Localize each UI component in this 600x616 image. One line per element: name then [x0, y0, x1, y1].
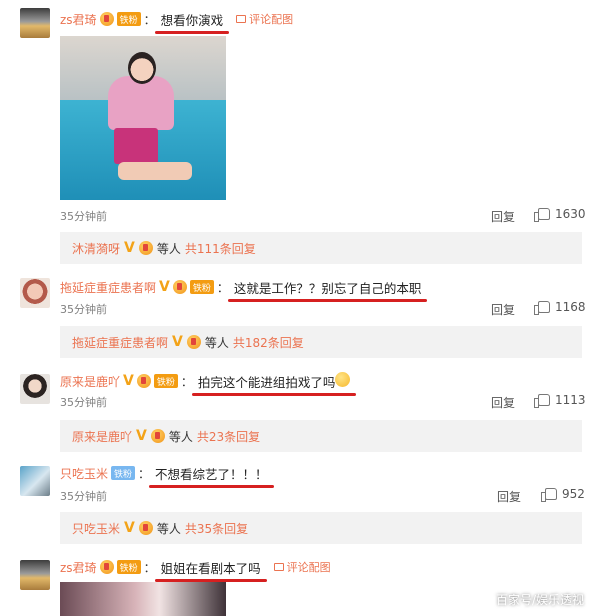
vip-icon	[99, 12, 114, 26]
subreply-user[interactable]: 原来是鹿吖	[72, 428, 132, 445]
comment-header: 只吃玉米 铁粉 ： 不想看综艺了！！！	[60, 464, 274, 488]
comment-header: 拖延症重症患者啊 V 铁粉 ： 这就是工作？？别忘了自己的本职	[60, 278, 427, 302]
comment-text-content: 拍完这个能进组拍戏了吗	[197, 374, 336, 390]
comment-text: 这就是工作？？别忘了自己的本职	[227, 278, 427, 302]
vip-icon	[136, 374, 151, 388]
smile-emoji-icon	[335, 371, 351, 387]
like-count: 1630	[555, 207, 586, 221]
like-count: 1168	[555, 300, 586, 314]
like-count: 1113	[555, 393, 586, 407]
comment-image-link[interactable]: 评论配图	[273, 559, 331, 575]
timestamp: 35分钟前	[60, 396, 107, 409]
comment-photo[interactable]	[60, 36, 226, 200]
like-button[interactable]: 1168	[534, 300, 586, 315]
timestamp: 35分钟前	[60, 303, 107, 316]
vip-icon	[138, 241, 153, 255]
vip-icon	[186, 335, 201, 349]
vip-icon	[172, 280, 187, 294]
vip-icon	[138, 521, 153, 535]
colon: ：	[216, 280, 229, 295]
subreply-summary[interactable]: 原来是鹿吖 V 等人 共23条回复	[60, 420, 582, 452]
fan-badge: 铁粉	[116, 560, 141, 574]
comment-header: zs君琦 铁粉 ： 姐姐在看剧本了吗 评论配图	[60, 558, 331, 582]
timestamp: 35分钟前	[60, 490, 107, 503]
image-icon	[273, 563, 284, 571]
fan-badge: 铁粉	[153, 374, 178, 388]
subreply-summary[interactable]: 只吃玉米 V 等人 共35条回复	[60, 512, 582, 544]
like-button[interactable]: 1630	[534, 207, 586, 222]
colon: ：	[143, 560, 156, 575]
subreply-etc: 等人	[204, 335, 229, 350]
verified-icon: V	[124, 520, 135, 536]
subreply-user[interactable]: 只吃玉米	[72, 520, 120, 537]
verified-icon: V	[159, 279, 170, 295]
verified-icon: V	[123, 373, 134, 389]
like-button[interactable]: 1113	[534, 393, 586, 408]
comment-text: 姐姐在看剧本了吗	[154, 558, 267, 582]
comment-image-label: 评论配图	[249, 13, 294, 26]
comment-header: zs君琦 铁粉 ： 想看你演戏 评论配图	[60, 10, 293, 34]
verified-icon: V	[136, 428, 147, 444]
username[interactable]: zs君琦	[60, 11, 97, 28]
subreply-count[interactable]: 共23条回复	[197, 428, 260, 445]
comment-photo[interactable]	[60, 582, 226, 616]
vip-icon	[99, 560, 114, 574]
avatar[interactable]	[20, 374, 50, 404]
thumbs-up-icon	[534, 208, 550, 222]
subreply-count[interactable]: 共111条回复	[185, 240, 256, 257]
fan-badge: 铁粉	[116, 12, 141, 26]
comment-image-link[interactable]: 评论配图	[236, 11, 293, 27]
thumbs-up-icon	[534, 394, 550, 408]
subreply-etc: 等人	[168, 429, 193, 444]
subreply-etc: 等人	[156, 521, 181, 536]
subreply-user[interactable]: 拖延症重症患者啊	[72, 334, 168, 351]
username[interactable]: 拖延症重症患者啊	[60, 279, 156, 296]
verified-icon: V	[124, 240, 135, 256]
colon: ：	[180, 374, 193, 389]
reply-button[interactable]: 回复	[497, 488, 521, 505]
comment-image-label: 评论配图	[286, 561, 331, 574]
username[interactable]: 只吃玉米	[60, 465, 108, 482]
reply-button[interactable]: 回复	[491, 301, 515, 318]
subreply-summary[interactable]: 沐清漪呀 V 等人 共111条回复	[60, 232, 582, 264]
username[interactable]: zs君琦	[60, 559, 97, 576]
vip-icon	[150, 429, 165, 443]
avatar[interactable]	[20, 8, 50, 38]
subreply-count[interactable]: 共182条回复	[233, 334, 304, 351]
comment-text: 想看你演戏	[154, 10, 229, 34]
thumbs-up-icon	[534, 301, 550, 315]
comment-header: 原来是鹿吖 V 铁粉 ： 拍完这个能进组拍戏了吗	[60, 371, 356, 396]
fan-badge: 铁粉	[111, 466, 136, 480]
comment-text: 不想看综艺了！！！	[149, 464, 274, 488]
subreply-user[interactable]: 沐清漪呀	[72, 240, 120, 257]
verified-icon: V	[172, 334, 183, 350]
username[interactable]: 原来是鹿吖	[60, 373, 120, 390]
reply-button[interactable]: 回复	[491, 394, 515, 411]
avatar[interactable]	[20, 560, 50, 590]
avatar[interactable]	[20, 466, 50, 496]
colon: ：	[143, 12, 156, 27]
like-count: 952	[562, 487, 585, 501]
fan-badge: 铁粉	[189, 280, 214, 294]
thumbs-up-icon	[541, 488, 557, 502]
like-button[interactable]: 952	[541, 487, 585, 502]
comment-text: 拍完这个能进组拍戏了吗	[191, 371, 356, 396]
subreply-summary[interactable]: 拖延症重症患者啊 V 等人 共182条回复	[60, 326, 582, 358]
subreply-etc: 等人	[156, 241, 181, 256]
watermark: 百家号/娱乐透视	[495, 593, 584, 607]
image-icon	[236, 15, 247, 23]
avatar[interactable]	[20, 278, 50, 308]
reply-button[interactable]: 回复	[491, 208, 515, 225]
timestamp: 35分钟前	[60, 210, 107, 223]
colon: ：	[138, 466, 151, 481]
subreply-count[interactable]: 共35条回复	[185, 520, 248, 537]
